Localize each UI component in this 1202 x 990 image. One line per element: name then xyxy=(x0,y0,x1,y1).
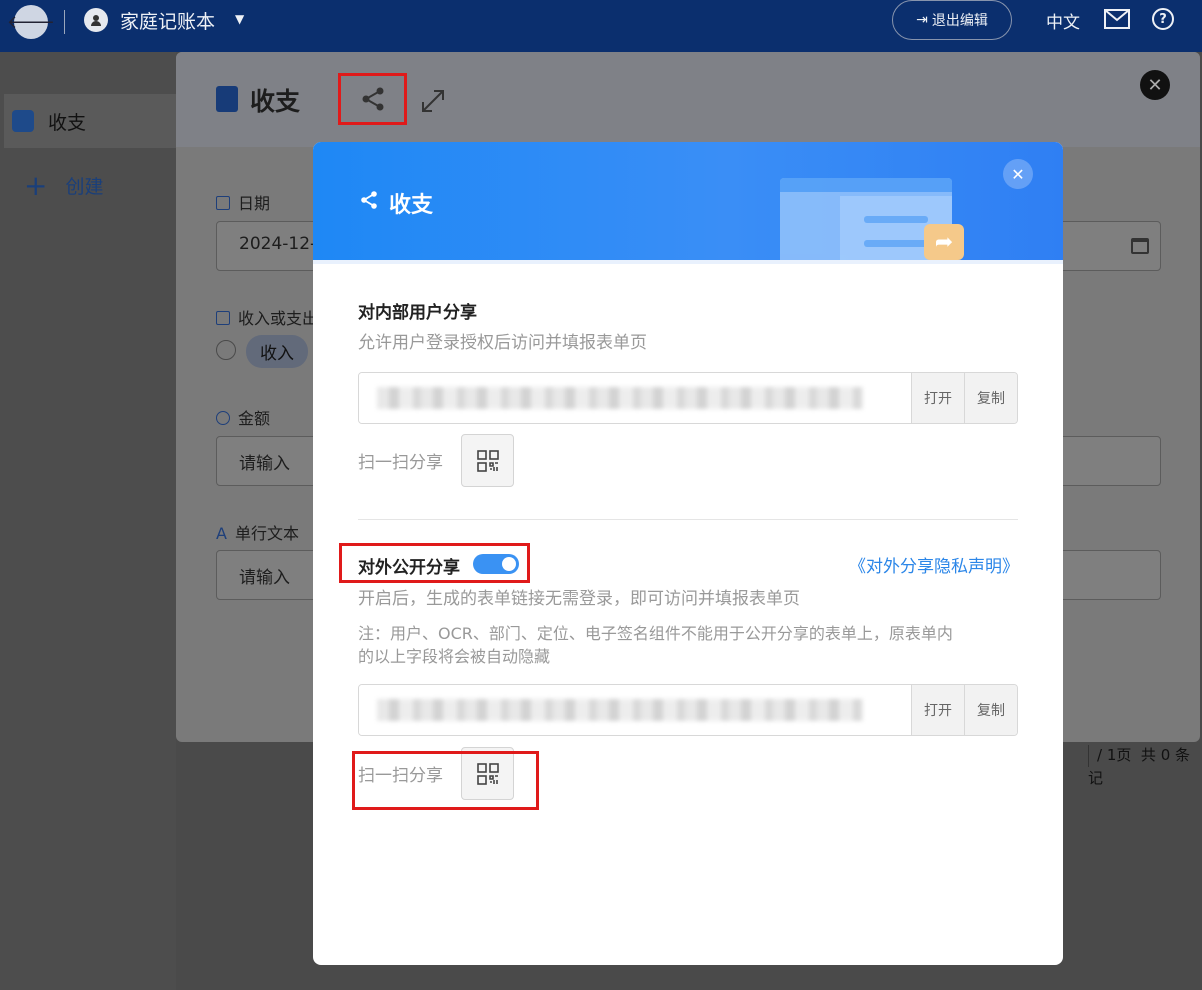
public-copy-button[interactable]: 复制 xyxy=(964,685,1017,735)
close-icon[interactable]: ✕ xyxy=(1140,70,1170,100)
text-icon: A xyxy=(216,524,227,543)
public-link-field[interactable] xyxy=(359,685,911,735)
type-label: 收入或支出 xyxy=(216,305,318,329)
public-share-desc: 开启后，生成的表单链接无需登录，即可访问并填报表单页 xyxy=(358,589,800,609)
top-bar: 🡐 家庭记账本 ▼ ⇥ 退出编辑 中文 ? xyxy=(0,0,1202,52)
page-total: / 1页 xyxy=(1097,746,1132,764)
sidebar-item-income-expense[interactable]: 收支 xyxy=(4,94,176,148)
page-input[interactable] xyxy=(1088,744,1089,767)
document-icon xyxy=(216,86,238,112)
qr-code-icon xyxy=(476,449,499,472)
internal-link-field[interactable] xyxy=(359,373,911,423)
exit-edit-button[interactable]: ⇥ 退出编辑 xyxy=(892,0,1012,40)
public-share-note-line2: 的以上字段将会被自动隐藏 xyxy=(358,647,551,666)
internal-share-title: 对内部用户分享 xyxy=(358,303,477,323)
close-icon[interactable]: ✕ xyxy=(1003,159,1033,189)
app-title[interactable]: 家庭记账本 xyxy=(120,7,215,34)
plus-icon: + xyxy=(24,168,48,202)
internal-open-button[interactable]: 打开 xyxy=(911,373,964,423)
amount-label: 金额 xyxy=(216,405,270,429)
app-icon xyxy=(84,8,108,32)
pagination: / 1页 共 0 条记 xyxy=(1088,744,1202,788)
date-label: 日期 xyxy=(216,190,270,214)
public-link-row: 打开 复制 xyxy=(358,684,1018,736)
help-icon[interactable]: ? xyxy=(1152,8,1174,30)
privacy-statement-link[interactable]: 《对外分享隐私声明》 xyxy=(849,552,1019,577)
highlight-public-share-toggle xyxy=(339,543,530,583)
exit-edit-label: 退出编辑 xyxy=(931,13,988,29)
blurred-link xyxy=(377,387,863,409)
create-button[interactable]: + 创建 xyxy=(24,168,104,202)
create-label: 创建 xyxy=(65,176,104,198)
forward-arrow-icon: ➦ xyxy=(924,224,964,260)
share-icon xyxy=(361,191,377,209)
form-modal-header xyxy=(176,52,1200,147)
expand-icon[interactable] xyxy=(420,88,446,114)
exit-icon: ⇥ xyxy=(916,12,928,28)
list-icon xyxy=(216,311,230,325)
internal-copy-button[interactable]: 复制 xyxy=(964,373,1017,423)
public-share-note-line1: 注：用户、OCR、部门、定位、电子签名组件不能用于公开分享的表单上，原表单内 xyxy=(358,624,953,643)
back-button[interactable]: 🡐 xyxy=(7,5,55,39)
divider xyxy=(64,10,65,34)
amount-icon xyxy=(216,411,230,425)
income-radio[interactable] xyxy=(216,340,236,360)
sidebar: 收支 + 创建 xyxy=(0,52,176,990)
share-dialog-header: 收支 ➦ ✕ xyxy=(313,142,1063,260)
calendar-icon xyxy=(216,196,230,210)
mail-icon[interactable] xyxy=(1104,9,1130,29)
internal-qr-row: 扫一扫分享 xyxy=(358,434,514,487)
language-switch[interactable]: 中文 xyxy=(1046,8,1080,33)
share-dialog-title: 收支 xyxy=(389,193,434,218)
internal-link-row: 打开 复制 xyxy=(358,372,1018,424)
internal-qr-button[interactable] xyxy=(461,434,514,487)
blurred-link xyxy=(377,699,863,721)
form-icon xyxy=(12,110,34,132)
text-label: A 单行文本 xyxy=(216,524,299,543)
income-option[interactable]: 收入 xyxy=(246,335,308,368)
arrow-left-icon: 🡐 xyxy=(6,11,56,33)
calendar-picker-icon[interactable] xyxy=(1131,238,1149,254)
highlight-share-icon xyxy=(338,73,407,125)
sidebar-item-label: 收支 xyxy=(48,112,87,134)
internal-qr-label: 扫一扫分享 xyxy=(358,453,443,473)
public-open-button[interactable]: 打开 xyxy=(911,685,964,735)
section-divider xyxy=(358,519,1018,520)
caret-down-icon[interactable]: ▼ xyxy=(235,12,244,26)
internal-share-desc: 允许用户登录授权后访问并填报表单页 xyxy=(358,333,647,353)
form-title: 收支 xyxy=(250,87,301,116)
header-edge xyxy=(313,260,1063,264)
highlight-public-qr xyxy=(352,751,539,810)
